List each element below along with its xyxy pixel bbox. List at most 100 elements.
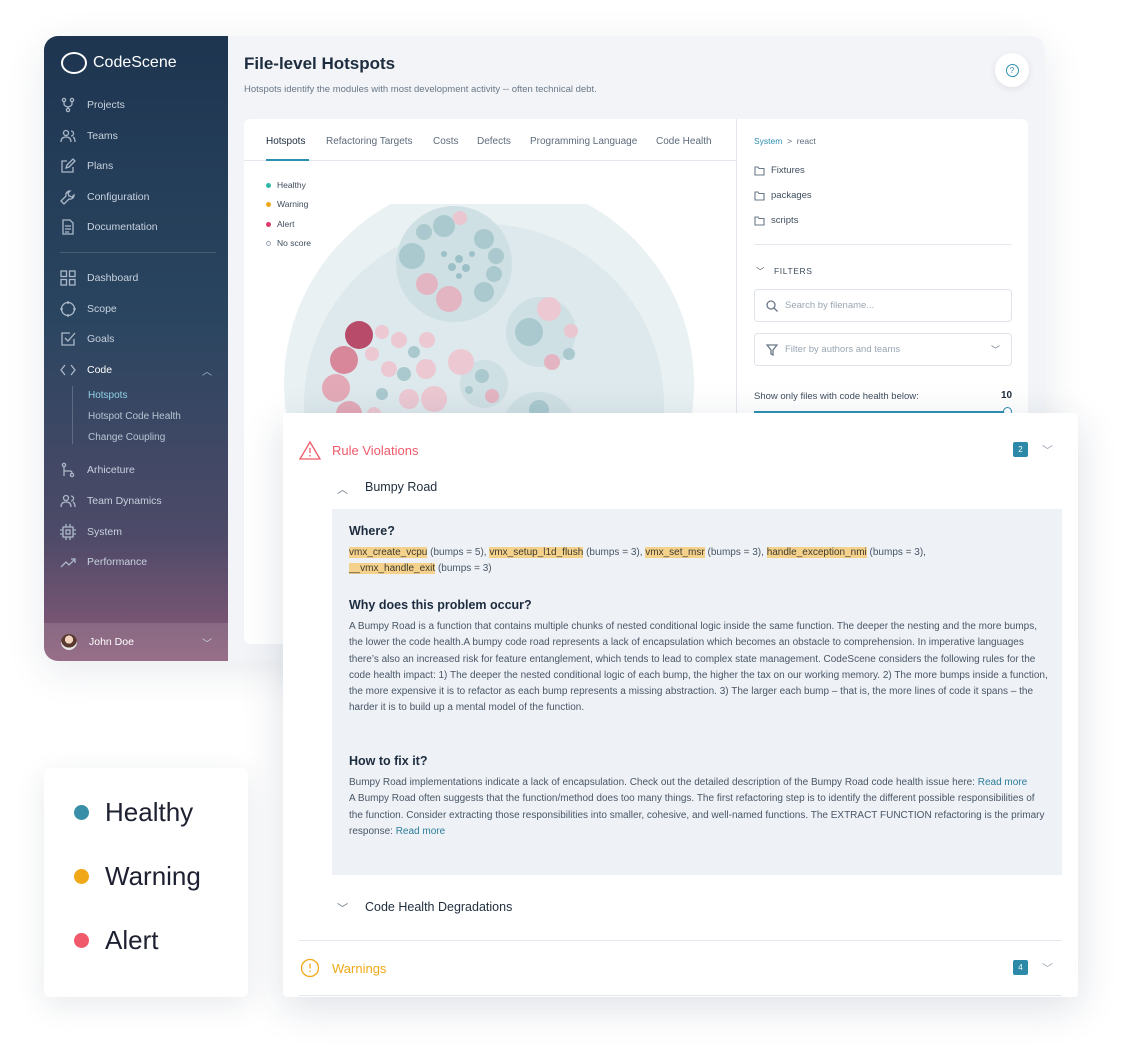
code-icon (60, 364, 76, 376)
sidebar-item-code[interactable]: Code ︿ (60, 361, 220, 379)
function-name[interactable]: vmx_create_vcpu (349, 547, 428, 558)
function-name[interactable]: vmx_setup_l1d_flush (489, 547, 584, 558)
sidebar-item-scope[interactable]: Scope (60, 300, 117, 318)
people-icon (60, 129, 76, 143)
code-health-degradations-header[interactable]: Code Health Degradations (365, 900, 512, 914)
legend-healthy: Healthy (266, 180, 306, 190)
chip-icon (60, 524, 76, 540)
help-button[interactable]: ? (995, 53, 1029, 87)
branch-icon (61, 462, 75, 478)
people-icon (60, 494, 76, 508)
tab-hotspots[interactable]: Hotspots (266, 136, 305, 147)
chevron-up-icon[interactable]: ︿ (337, 481, 348, 497)
warning-dot (74, 869, 89, 884)
avatar (61, 634, 77, 650)
rule-violations-header[interactable]: Rule Violations 2 ﹀ (299, 438, 1062, 462)
filename-search-input[interactable]: Search by filename... (754, 289, 1012, 322)
tab-costs[interactable]: Costs (433, 136, 459, 147)
target-icon (60, 301, 76, 317)
sidebar-item-architecture[interactable]: Arhiceture (60, 461, 135, 479)
sidebar-subitem-hotspots[interactable]: Hotspots (88, 390, 127, 401)
sidebar-item-documentation[interactable]: Documentation (60, 218, 158, 236)
why-heading: Why does this problem occur? (349, 598, 532, 612)
user-menu[interactable]: John Doe ﹀ (44, 623, 228, 661)
folder-icon (754, 215, 765, 226)
filters-toggle[interactable]: ﹀ FILTERS (756, 265, 813, 277)
edit-icon (61, 158, 76, 173)
sidebar-item-team-dynamics[interactable]: Team Dynamics (60, 492, 162, 510)
bumpy-road-header[interactable]: Bumpy Road (365, 480, 437, 494)
warnings-count: 4 (1013, 960, 1028, 975)
codescene-logo-icon (61, 52, 87, 74)
warning-dot (266, 201, 271, 207)
sidebar-item-system[interactable]: System (60, 523, 122, 541)
wrench-icon (60, 190, 75, 205)
where-heading: Where? (349, 524, 395, 538)
search-icon (766, 300, 778, 312)
app-name: CodeScene (93, 54, 177, 71)
folder-packages[interactable]: packages (754, 190, 812, 201)
rule-violations-count: 2 (1013, 442, 1028, 457)
healthy-dot (74, 805, 89, 820)
chevron-down-icon: ﹀ (756, 266, 766, 276)
legend-item-healthy: Healthy (74, 797, 193, 828)
chevron-down-icon: ﹀ (1042, 963, 1053, 975)
sidebar-item-configuration[interactable]: Configuration (60, 188, 149, 206)
chevron-up-icon: ︿ (202, 367, 212, 378)
chevron-down-icon[interactable]: ﹀ (337, 900, 348, 916)
chevron-down-icon: ﹀ (991, 345, 1001, 355)
where-functions: vmx_create_vcpu (bumps = 5), vmx_setup_l… (349, 547, 926, 575)
no-score-dot (266, 240, 271, 246)
alert-dot (74, 933, 89, 948)
sidebar-subitem-change-coupling[interactable]: Change Coupling (88, 432, 165, 443)
tab-programming-language[interactable]: Programming Language (530, 136, 637, 147)
folder-fixtures[interactable]: Fixtures (754, 165, 805, 176)
grid-icon (60, 270, 76, 286)
bumpy-road-details: Where? vmx_create_vcpu (bumps = 5), vmx_… (332, 509, 1062, 875)
read-more-link[interactable]: Read more (396, 826, 445, 837)
filters-divider (754, 244, 1012, 245)
breadcrumb: System > react (754, 136, 816, 146)
fix-heading: How to fix it? (349, 754, 428, 768)
code-health-slider-value: 10 (1001, 390, 1013, 401)
sidebar-item-teams[interactable]: Teams (60, 127, 118, 145)
section-divider (299, 940, 1062, 941)
code-health-slider-label: Show only files with code health below: (754, 391, 919, 402)
page-subtitle: Hotspots identify the modules with most … (244, 84, 597, 95)
page-title: File-level Hotspots (244, 54, 396, 73)
tab-code-health[interactable]: Code Health (656, 136, 712, 147)
function-name[interactable]: vmx_set_msr (645, 547, 705, 558)
tab-bar: Hotspots Refactoring Targets Costs Defec… (244, 119, 736, 161)
tab-refactoring-targets[interactable]: Refactoring Targets (326, 136, 413, 147)
warnings-title: Warnings (332, 960, 387, 976)
sidebar-item-performance[interactable]: Performance (60, 553, 147, 571)
breadcrumb-current: react (796, 136, 816, 146)
function-name[interactable]: handle_exception_nmi (766, 547, 867, 558)
trend-icon (60, 558, 76, 568)
sidebar-item-projects[interactable]: Projects (60, 96, 125, 114)
folder-scripts[interactable]: scripts (754, 215, 798, 226)
read-more-link[interactable]: Read more (978, 777, 1027, 788)
sidebar-item-plans[interactable]: Plans (60, 157, 113, 175)
authors-filter-select[interactable]: Filter by authors and teams ﹀ (754, 333, 1012, 366)
health-legend-card: Healthy Warning Alert (44, 768, 248, 997)
sidebar-subitem-hotspot-code-health[interactable]: Hotspot Code Health (88, 411, 181, 422)
app-logo[interactable]: CodeScene (61, 52, 177, 74)
why-text: A Bumpy Road is a function that contains… (349, 621, 1048, 714)
filter-icon (766, 344, 778, 356)
warning-triangle-icon (299, 440, 321, 460)
warnings-header[interactable]: Warnings 4 ﹀ (299, 956, 1062, 980)
breadcrumb-root[interactable]: System (754, 136, 782, 146)
sidebar-item-goals[interactable]: Goals (60, 330, 114, 348)
question-icon: ? (1005, 63, 1019, 77)
section-divider (299, 995, 1062, 996)
warning-circle-icon (300, 958, 320, 978)
folder-icon (754, 190, 765, 201)
tab-defects[interactable]: Defects (477, 136, 511, 147)
legend-item-alert: Alert (74, 925, 158, 956)
sidebar-item-dashboard[interactable]: Dashboard (60, 269, 138, 287)
sidebar: CodeScene Projects Teams Plans Configura… (44, 36, 228, 661)
document-icon (62, 219, 74, 235)
function-name[interactable]: __vmx_handle_exit (349, 563, 436, 575)
user-name: John Doe (89, 636, 134, 648)
